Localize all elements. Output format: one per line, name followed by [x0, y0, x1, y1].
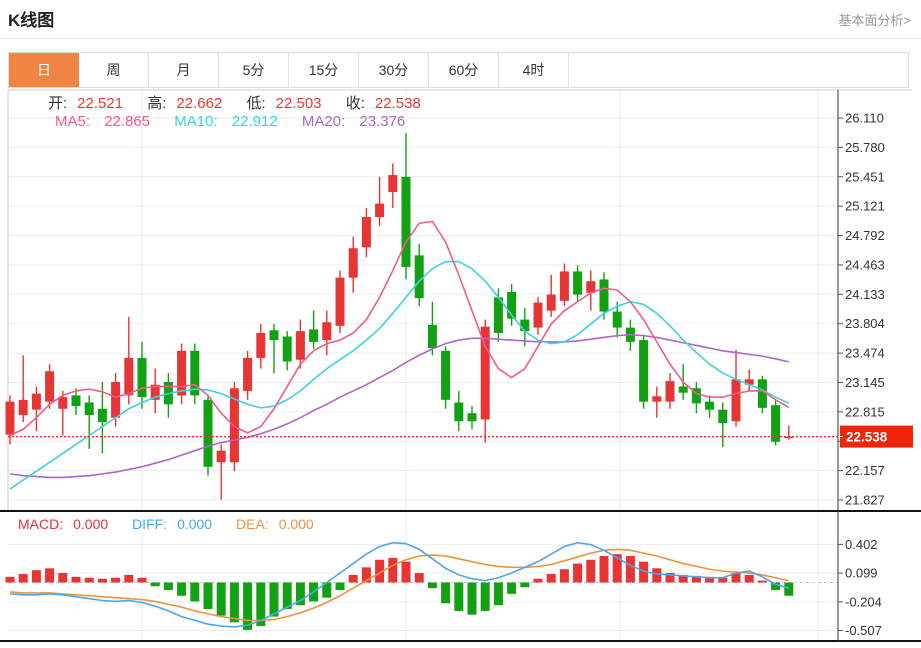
svg-text:23.145: 23.145: [845, 375, 885, 390]
period-tabbar: 日周月5分15分30分60分4时: [8, 52, 909, 88]
svg-text:0.099: 0.099: [845, 566, 878, 581]
svg-text:0.402: 0.402: [845, 537, 878, 552]
close-value: 22.538: [375, 95, 421, 112]
kline-chart-area: 26.110 25.780 25.451 25.121 24.792 24.463 24.1…: [0, 88, 921, 648]
svg-text:22.815: 22.815: [845, 404, 885, 419]
low-label: 低:22.503: [246, 95, 331, 112]
svg-text:23.804: 23.804: [845, 316, 885, 331]
tab-周[interactable]: 周: [79, 53, 149, 87]
tab-4时[interactable]: 4时: [499, 53, 569, 87]
tab-60分[interactable]: 60分: [429, 53, 499, 87]
open-label: 开:22.521: [48, 95, 133, 112]
svg-text:21.827: 21.827: [845, 493, 885, 508]
macd-legend: MACD:0.000 DIFF:0.000 DEA:0.000: [18, 516, 334, 532]
high-value: 22.662: [176, 95, 222, 112]
svg-text:25.121: 25.121: [845, 199, 885, 214]
close-label: 收:22.538: [346, 95, 431, 112]
svg-text:26.110: 26.110: [845, 111, 884, 126]
svg-text:25.780: 25.780: [845, 140, 885, 155]
svg-text:-0.507: -0.507: [845, 623, 882, 638]
header-divider: [0, 38, 921, 39]
svg-text:24.792: 24.792: [845, 228, 885, 243]
high-label: 高:22.662: [147, 95, 232, 112]
fundamental-analysis-link[interactable]: 基本面分析>: [838, 10, 911, 29]
kline-macd-canvas[interactable]: 26.110 25.780 25.451 25.121 24.792 24.463 24.1…: [0, 88, 921, 648]
svg-text:24.463: 24.463: [845, 257, 885, 272]
ma5-legend: MA5: 22.865: [55, 113, 160, 130]
svg-text:24.133: 24.133: [845, 287, 885, 302]
svg-text:23.474: 23.474: [845, 346, 885, 361]
tab-日[interactable]: 日: [9, 53, 79, 87]
dea-value-legend: DEA:0.000: [236, 516, 324, 532]
macd-value-legend: MACD:0.000: [18, 516, 118, 532]
kline-page: { "header": { "title": "K线图", "link": "基…: [0, 0, 921, 648]
ohlc-legend: 开:22.521 高:22.662 低:22.503 收:22.538: [48, 92, 441, 113]
ma-legend: MA5: 22.865 MA10: 22.912 MA20: 23.376: [55, 113, 425, 130]
low-value: 22.503: [276, 95, 322, 112]
open-value: 22.521: [77, 95, 123, 112]
svg-text:22.157: 22.157: [845, 463, 885, 478]
ma20-legend: MA20: 23.376: [302, 113, 415, 130]
svg-text:22.538: 22.538: [846, 430, 888, 445]
diff-value-legend: DIFF:0.000: [132, 516, 222, 532]
tab-15分[interactable]: 15分: [289, 53, 359, 87]
ma10-legend: MA10: 22.912: [174, 113, 287, 130]
tab-月[interactable]: 月: [149, 53, 219, 87]
page-title: K线图: [8, 6, 54, 31]
tab-5分[interactable]: 5分: [219, 53, 289, 87]
svg-text:25.451: 25.451: [845, 169, 885, 184]
tab-30分[interactable]: 30分: [359, 53, 429, 87]
svg-text:-0.204: -0.204: [845, 594, 882, 609]
